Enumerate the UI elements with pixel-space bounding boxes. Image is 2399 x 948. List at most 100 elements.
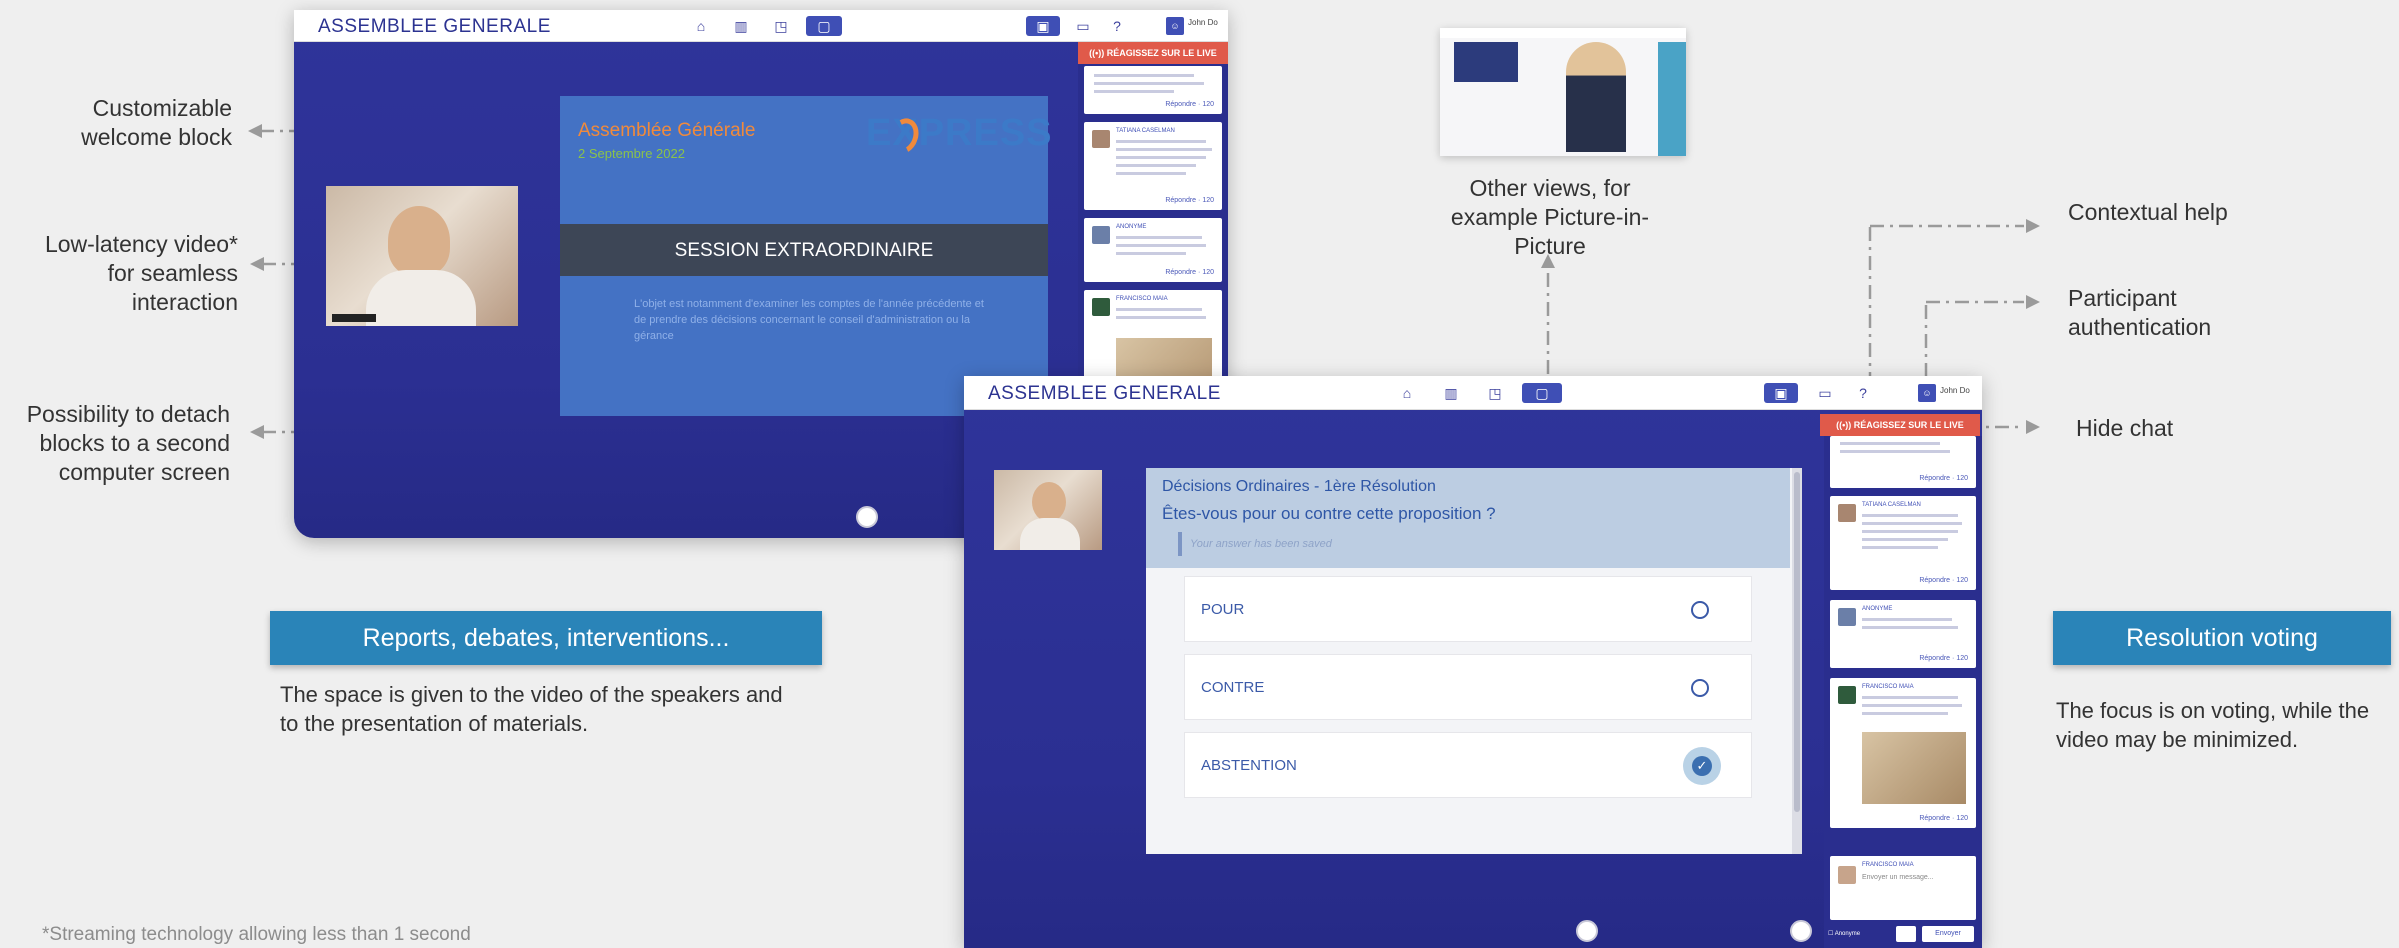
chat-reply-link[interactable]: Répondre · 120 — [1919, 475, 1968, 482]
help-icon[interactable]: ? — [1852, 383, 1874, 403]
avatar — [1838, 608, 1856, 626]
annotation-other-views: Other views, for example Picture-in-Pict… — [1450, 175, 1650, 259]
caption-reports: The space is given to the video of the s… — [280, 682, 783, 736]
chat-message: ANONYME Répondre · 120 — [1830, 600, 1976, 668]
speaker-body — [366, 270, 476, 326]
chat-compose: FRANCISCO MAIA Envoyer un message... — [1830, 856, 1976, 920]
session-title: SESSION EXTRAORDINAIRE — [674, 240, 934, 261]
pip-preview — [1440, 28, 1686, 156]
app-title: ASSEMBLEE GENERALE — [318, 16, 551, 37]
compose-author: FRANCISCO MAIA — [1862, 862, 1914, 868]
chat-author: TATIANA CASELMAN — [1116, 128, 1175, 134]
checked-radio-icon[interactable] — [1683, 747, 1721, 785]
chat-toggle-icon[interactable]: ▣ — [1764, 383, 1798, 403]
chat-message: FRANCISCO MAIA — [1084, 290, 1222, 390]
user-name: John Do — [1188, 18, 1218, 27]
slide-date: 2 Septembre 2022 — [578, 146, 685, 161]
live-reaction-bar[interactable]: ((•)) RÉAGISSEZ SUR LE LIVE — [1078, 42, 1228, 64]
vote-option-contre[interactable]: CONTRE — [1184, 654, 1752, 720]
user-icon[interactable]: ☺ — [1918, 384, 1936, 402]
annotation-contextual-help: Contextual help — [2068, 199, 2228, 225]
monitor-icon[interactable]: ▭ — [1072, 16, 1094, 36]
minimized-speaker-video[interactable] — [994, 470, 1102, 550]
home-icon[interactable]: ⌂ — [690, 16, 712, 36]
slide-title: Assemblée Générale — [578, 120, 756, 141]
top-bar: ASSEMBLEE GENERALE ⌂ ▥ ◳ ▢ ▣ ▭ ? ☺ John … — [294, 10, 1228, 42]
speaker-silhouette — [388, 206, 450, 276]
monitor-icon[interactable]: ▭ — [1814, 383, 1836, 403]
chat-reply-link[interactable]: Répondre · 120 — [1919, 577, 1968, 584]
saved-bar — [1178, 532, 1182, 556]
speaker-body — [1020, 518, 1080, 550]
voting-panel: Décisions Ordinaires - 1ère Résolution Ê… — [1146, 468, 1802, 854]
send-button[interactable]: Envoyer — [1922, 926, 1974, 942]
speaker-silhouette — [1032, 482, 1066, 522]
resolution-question: Êtes-vous pour ou contre cette propositi… — [1162, 504, 1496, 523]
annotation-hide-chat: Hide chat — [2076, 415, 2174, 441]
presentation-slide: Assemblée Générale 2 Septembre 2022 EXPR… — [560, 96, 1052, 416]
voting-scrollbar[interactable] — [1792, 468, 1802, 854]
avatar — [1092, 130, 1110, 148]
chat-image — [1862, 732, 1966, 804]
vote-option-pour[interactable]: POUR — [1184, 576, 1752, 642]
pip-sidebar — [1658, 42, 1686, 156]
caption-resolution-voting: The focus is on voting, while the video … — [2056, 698, 2370, 752]
live-reaction-bar[interactable]: ((•)) RÉAGISSEZ SUR LE LIVE — [1820, 414, 1980, 436]
speaker-video[interactable] — [326, 186, 518, 326]
vote-option-label: ABSTENTION — [1201, 757, 1297, 774]
vote-option-abstention[interactable]: ABSTENTION — [1184, 732, 1752, 798]
chat-reply-link[interactable]: Répondre · 120 — [1165, 197, 1214, 204]
avatar — [1838, 866, 1856, 884]
chat-message: ANONYME Répondre · 120 — [1084, 218, 1222, 282]
chat-message: Répondre · 120 — [1830, 436, 1976, 488]
screenshot-voting-view: ASSEMBLEE GENERALE ⌂ ▥ ◳ ▢ ▣ ▭ ? ☺ John … — [964, 376, 1982, 948]
help-icon[interactable]: ? — [1106, 16, 1128, 36]
saved-note: Your answer has been saved — [1190, 538, 1332, 550]
chat-author: FRANCISCO MAIA — [1116, 296, 1168, 302]
chat-reply-link[interactable]: Répondre · 120 — [1919, 655, 1968, 662]
footnote: *Streaming technology allowing less than… — [42, 924, 471, 945]
chat-message: TATIANA CASELMAN Répondre · 120 — [1084, 122, 1222, 210]
speaker-control-button[interactable] — [1790, 920, 1812, 942]
pip-screen — [1454, 42, 1518, 82]
speaker-control-button[interactable] — [856, 506, 878, 528]
radio-icon[interactable] — [1691, 601, 1709, 619]
slide-body: L'objet est notamment d'examiner les com… — [634, 298, 984, 342]
chat-reply-link[interactable]: Répondre · 120 — [1919, 815, 1968, 822]
chat-reply-link[interactable]: Répondre · 120 — [1165, 269, 1214, 276]
vote-option-label: POUR — [1201, 601, 1245, 618]
radio-icon[interactable] — [1691, 679, 1709, 697]
speaker-name-tag — [332, 314, 376, 322]
pip-icon[interactable]: ◳ — [770, 16, 792, 36]
chat-author: TATIANA CASELMAN — [1862, 502, 1921, 508]
app-title: ASSEMBLEE GENERALE — [988, 383, 1221, 404]
fullscreen-icon[interactable]: ▢ — [806, 16, 842, 36]
chat-author: ANONYME — [1116, 224, 1147, 230]
pip-icon[interactable]: ◳ — [1484, 383, 1506, 403]
banner-reports: Reports, debates, interventions... — [270, 611, 822, 665]
chat-author: FRANCISCO MAIA — [1862, 684, 1914, 690]
pip-topbar — [1440, 28, 1686, 38]
chat-panel: Répondre · 120 TATIANA CASELMAN Répondre… — [1824, 436, 1982, 948]
chat-reply-link[interactable]: Répondre · 120 — [1165, 101, 1214, 108]
anonymous-checkbox[interactable]: ☐ Anonyme — [1828, 930, 1860, 937]
vote-option-label: CONTRE — [1201, 679, 1265, 696]
chat-message-input[interactable]: Envoyer un message... — [1862, 874, 1934, 881]
split-view-icon[interactable]: ▥ — [730, 16, 752, 36]
banner-resolution-voting: Resolution voting — [2053, 611, 2391, 665]
chat-author: ANONYME — [1862, 606, 1893, 612]
avatar — [1092, 298, 1110, 316]
speaker-control-button[interactable] — [1576, 920, 1598, 942]
fullscreen-icon[interactable]: ▢ — [1522, 383, 1562, 403]
attach-button[interactable] — [1896, 926, 1916, 942]
user-icon[interactable]: ☺ — [1166, 17, 1184, 35]
scroll-thumb[interactable] — [1794, 472, 1800, 812]
annotation-participant-auth: Participant authentication — [2068, 285, 2212, 340]
home-icon[interactable]: ⌂ — [1396, 383, 1418, 403]
chat-message: FRANCISCO MAIA Répondre · 120 — [1830, 678, 1976, 828]
chat-toggle-icon[interactable]: ▣ — [1026, 16, 1060, 36]
user-name: John Do — [1940, 386, 1970, 395]
split-view-icon[interactable]: ▥ — [1440, 383, 1462, 403]
resolution-title: Décisions Ordinaires - 1ère Résolution — [1162, 478, 1436, 495]
avatar — [1838, 504, 1856, 522]
